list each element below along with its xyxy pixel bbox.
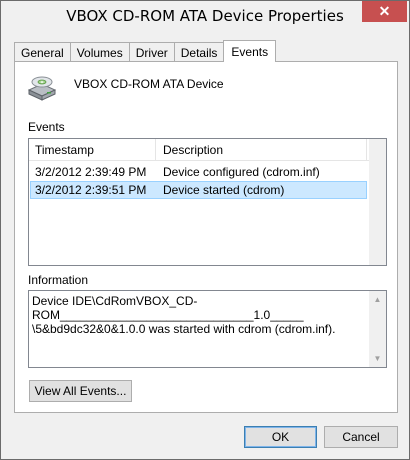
information-line: \5&bd9dc32&0&1.0.0 was started with cdro… (32, 322, 336, 336)
properties-dialog: VBOX CD-ROM ATA Device Properties ✕ Gene… (0, 0, 410, 460)
event-timestamp: 3/2/2012 2:39:51 PM (35, 183, 147, 197)
cancel-button[interactable]: Cancel (324, 426, 398, 448)
close-button[interactable]: ✕ (362, 1, 407, 22)
information-text-box[interactable]: Device IDE\CdRomVBOX_CD- ROM____________… (28, 290, 387, 368)
scroll-down-icon[interactable]: ▼ (369, 350, 386, 367)
information-text: Device IDE\CdRomVBOX_CD- ROM____________… (32, 294, 362, 336)
event-description: Device started (cdrom) (163, 183, 285, 197)
column-header-description[interactable]: Description (157, 139, 367, 161)
events-list[interactable]: Timestamp Description 3/2/2012 2:39:49 P… (28, 138, 387, 266)
events-tab-panel: VBOX CD-ROM ATA Device Events Timestamp … (14, 61, 398, 413)
scroll-up-icon[interactable]: ▲ (369, 291, 386, 308)
events-label: Events (28, 120, 65, 134)
title-bar[interactable]: VBOX CD-ROM ATA Device Properties ✕ (1, 1, 409, 32)
event-row-selected[interactable]: 3/2/2012 2:39:51 PM Device started (cdro… (30, 181, 367, 199)
tab-driver[interactable]: Driver (128, 42, 175, 62)
events-list-header: Timestamp Description (29, 139, 386, 161)
event-row[interactable]: 3/2/2012 2:39:49 PM Device configured (c… (30, 164, 367, 182)
close-icon: ✕ (378, 3, 391, 19)
device-name: VBOX CD-ROM ATA Device (74, 77, 224, 91)
tab-general[interactable]: General (14, 42, 71, 62)
tab-details[interactable]: Details (173, 42, 225, 62)
window-title: VBOX CD-ROM ATA Device Properties (66, 7, 344, 25)
cdrom-drive-icon (26, 72, 58, 104)
information-line: ROM_____________________________1.0_____ (32, 308, 304, 322)
tab-events[interactable]: Events (223, 40, 277, 62)
event-timestamp: 3/2/2012 2:39:49 PM (35, 165, 147, 179)
information-line: Device IDE\CdRomVBOX_CD- (32, 294, 198, 308)
event-description: Device configured (cdrom.inf) (163, 165, 320, 179)
view-all-events-button[interactable]: View All Events... (29, 380, 132, 402)
information-label: Information (28, 273, 89, 287)
tab-volumes[interactable]: Volumes (69, 42, 130, 62)
tab-strip: General Volumes Driver Details Events (14, 40, 277, 62)
column-header-timestamp[interactable]: Timestamp (29, 139, 156, 161)
information-scrollbar[interactable]: ▲ ▼ (369, 291, 386, 367)
events-scrollbar[interactable] (369, 139, 386, 265)
ok-button[interactable]: OK (244, 426, 317, 448)
